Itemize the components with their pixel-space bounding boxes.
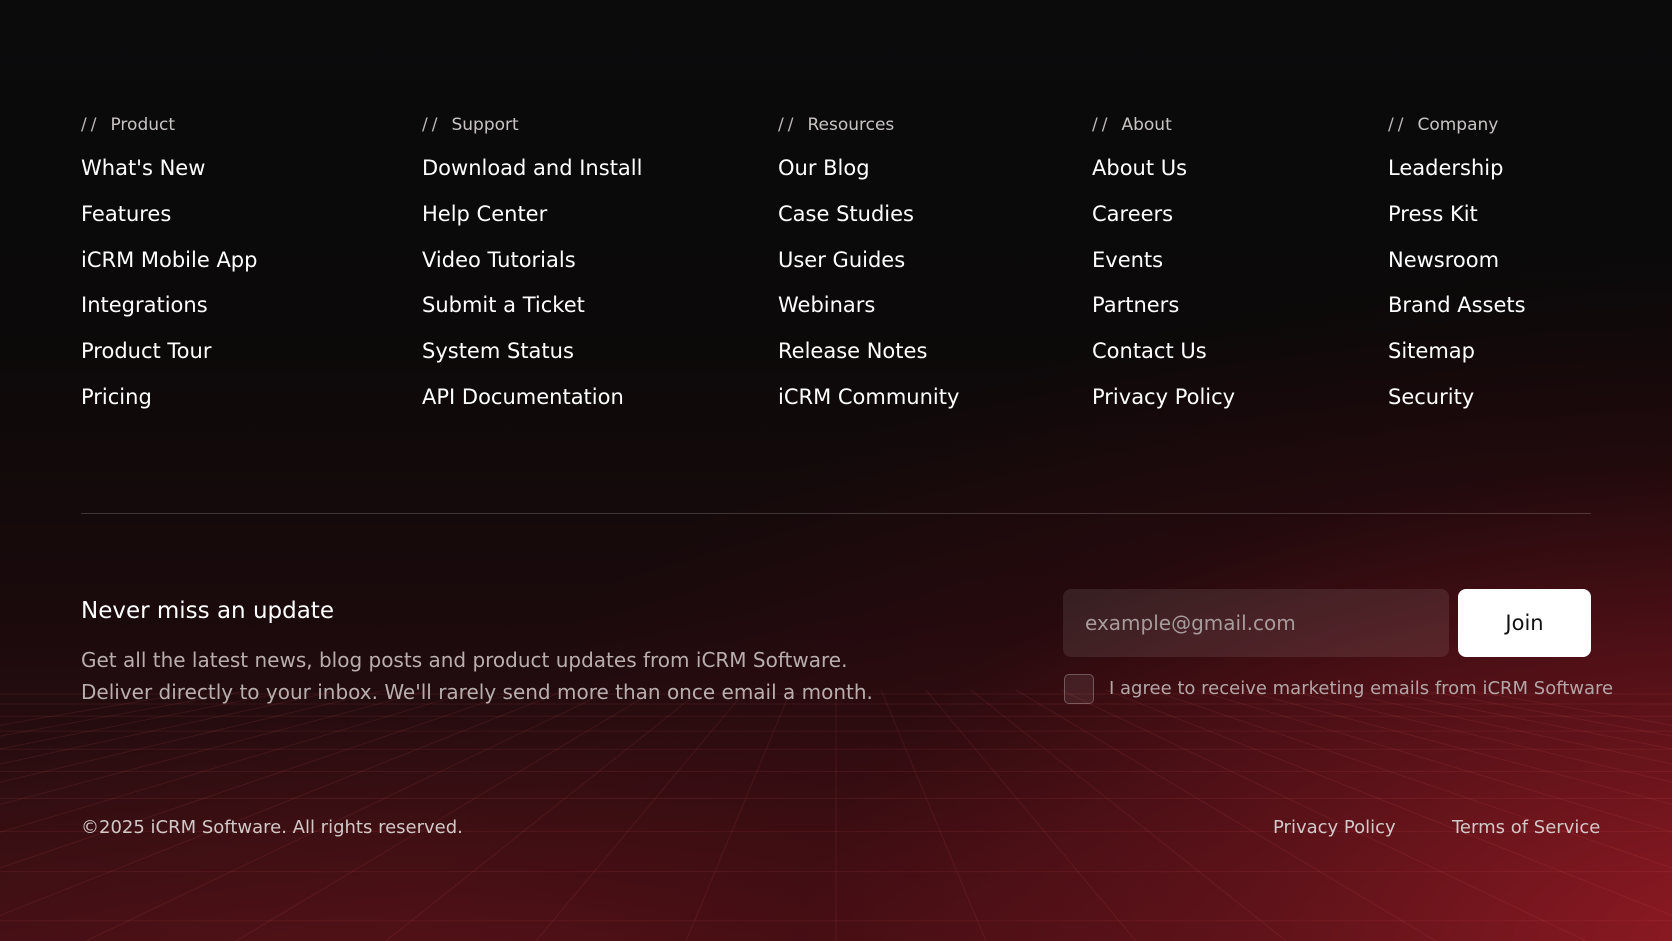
footer-link-integrations[interactable]: Integrations — [81, 293, 257, 317]
footer-link-pricing[interactable]: Pricing — [81, 385, 257, 409]
column-heading: // Support — [422, 114, 642, 136]
slashes-prefix: // — [1388, 115, 1408, 135]
footer-link-submit-ticket[interactable]: Submit a Ticket — [422, 293, 642, 317]
footer-column-company: //Company Leadership Press Kit Newsroom … — [1388, 114, 1526, 431]
footer-link-user-guides[interactable]: User Guides — [778, 248, 959, 272]
footer-column-about: // About About Us Careers Events Partners… — [1092, 114, 1235, 431]
footer-column-product: // Product What's New Features iCRM Mobil… — [81, 114, 257, 431]
newsletter-description: Get all the latest news, blog posts and … — [81, 644, 873, 708]
footer-link-mobile-app[interactable]: iCRM Mobile App — [81, 248, 257, 272]
footer-link-case-studies[interactable]: Case Studies — [778, 202, 959, 226]
column-heading: // Resources — [778, 114, 959, 136]
footer-link-newsroom[interactable]: Newsroom — [1388, 248, 1526, 272]
newsletter-description-line: Get all the latest news, blog posts and … — [81, 648, 848, 672]
footer-column-resources: // Resources Our Blog Case Studies User G… — [778, 114, 959, 431]
footer-column-support: // Support Download and Install Help Cent… — [422, 114, 642, 431]
footer-link-contact-us[interactable]: Contact Us — [1092, 339, 1235, 363]
footer-link-careers[interactable]: Careers — [1092, 202, 1235, 226]
marketing-consent-checkbox[interactable] — [1064, 674, 1094, 704]
newsletter-email-input[interactable] — [1063, 589, 1449, 657]
footer-link-our-blog[interactable]: Our Blog — [778, 156, 959, 180]
column-heading-label: Resources — [807, 115, 895, 135]
footer-link-system-status[interactable]: System Status — [422, 339, 642, 363]
slashes-prefix: // — [422, 115, 442, 135]
slashes-prefix: // — [1092, 115, 1112, 135]
footer-link-api-documentation[interactable]: API Documentation — [422, 385, 642, 409]
site-footer: // Product What's New Features iCRM Mobil… — [0, 0, 1672, 941]
footer-link-community[interactable]: iCRM Community — [778, 385, 959, 409]
footer-link-security[interactable]: Security — [1388, 385, 1526, 409]
footer-link-events[interactable]: Events — [1092, 248, 1235, 272]
marketing-consent-label: I agree to receive marketing emails from… — [1109, 678, 1614, 699]
newsletter-description-line: Deliver directly to your inbox. We'll ra… — [81, 680, 873, 704]
terms-of-service-link[interactable]: Terms of Service — [1452, 817, 1600, 839]
footer-link-brand-assets[interactable]: Brand Assets — [1388, 293, 1526, 317]
slashes-prefix: // — [81, 115, 101, 135]
footer-link-help-center[interactable]: Help Center — [422, 202, 642, 226]
footer-link-press-kit[interactable]: Press Kit — [1388, 202, 1526, 226]
join-button[interactable]: Join — [1458, 589, 1591, 657]
column-heading: // About — [1092, 114, 1235, 136]
footer-link-video-tutorials[interactable]: Video Tutorials — [422, 248, 642, 272]
footer-link-privacy-policy[interactable]: Privacy Policy — [1092, 385, 1235, 409]
newsletter-title: Never miss an update — [81, 598, 334, 624]
footer-link-partners[interactable]: Partners — [1092, 293, 1235, 317]
copyright-text: ©2025 iCRM Software. All rights reserved… — [81, 817, 463, 838]
footer-link-whats-new[interactable]: What's New — [81, 156, 257, 180]
column-heading-label: Product — [110, 115, 176, 135]
footer-link-leadership[interactable]: Leadership — [1388, 156, 1526, 180]
column-heading-label: Support — [451, 115, 519, 135]
column-heading: // Product — [81, 114, 257, 136]
footer-link-product-tour[interactable]: Product Tour — [81, 339, 257, 363]
footer-link-features[interactable]: Features — [81, 202, 257, 226]
column-heading: // Company — [1388, 114, 1526, 136]
privacy-policy-link[interactable]: Privacy Policy — [1273, 817, 1396, 839]
slashes-prefix: // — [778, 115, 798, 135]
footer-link-sitemap[interactable]: Sitemap — [1388, 339, 1526, 363]
footer-link-webinars[interactable]: Webinars — [778, 293, 959, 317]
column-heading-label: Company — [1417, 115, 1499, 135]
column-heading-label: About — [1121, 115, 1172, 135]
footer-divider — [81, 513, 1591, 514]
footer-link-about-us[interactable]: About Us — [1092, 156, 1235, 180]
footer-link-release-notes[interactable]: Release Notes — [778, 339, 959, 363]
footer-link-download-install[interactable]: Download and Install — [422, 156, 642, 180]
